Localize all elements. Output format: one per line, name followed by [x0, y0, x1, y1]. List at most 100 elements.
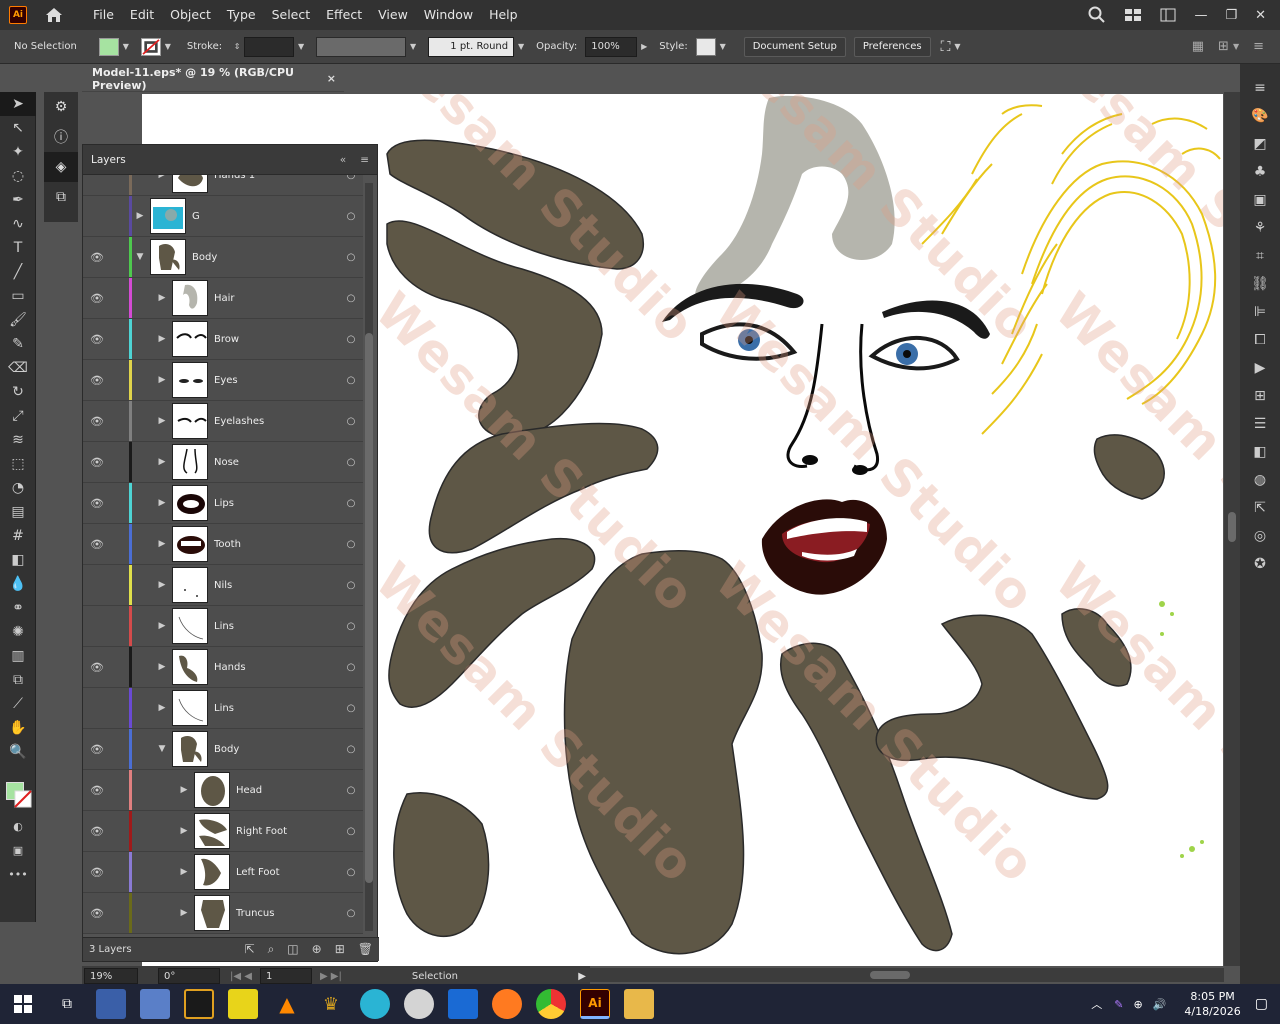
chevron-right-icon[interactable]: ▶	[154, 416, 170, 426]
shaper-tool-icon[interactable]: ✎	[0, 332, 36, 356]
vertical-scrollbar[interactable]	[1224, 92, 1240, 966]
eye-icon[interactable]: 👁	[83, 538, 111, 551]
chevron-down-icon[interactable]: ▼	[1233, 42, 1239, 54]
menu-file[interactable]: File	[85, 0, 122, 30]
workspace-icon[interactable]	[1160, 8, 1176, 22]
notifications-icon[interactable]: ▢	[1255, 996, 1268, 1012]
target-circle-icon[interactable]: ○	[339, 211, 363, 222]
fill-stroke-widget[interactable]	[0, 774, 35, 814]
fill-control[interactable]: ▼	[98, 37, 133, 56]
layer-name[interactable]: Head	[236, 785, 339, 796]
chevron-down-icon[interactable]: ▼	[132, 252, 148, 262]
layer-row[interactable]: ▶ Hands 1 ○	[83, 175, 363, 196]
eye-icon[interactable]: 👁	[83, 661, 111, 674]
layer-name[interactable]: Hair	[214, 293, 339, 304]
player-app-icon[interactable]	[228, 989, 258, 1019]
align-icon[interactable]: ⊫	[1240, 298, 1280, 326]
chevron-right-icon[interactable]: ▶	[154, 703, 170, 713]
brush-definition[interactable]: 1 pt. Round ▼	[428, 36, 528, 57]
first-artboard-icon[interactable]: |◀ ◀	[230, 971, 252, 982]
target-circle-icon[interactable]: ○	[339, 334, 363, 345]
chevron-right-icon[interactable]: ▶	[176, 908, 192, 918]
chevron-right-icon[interactable]: ▶	[154, 375, 170, 385]
type-tool-icon[interactable]: T	[0, 236, 36, 260]
chevron-down-icon[interactable]: ▼	[161, 38, 175, 56]
draw-mode-icon[interactable]: ◐	[0, 814, 36, 838]
gradient-tool-icon[interactable]: ◧	[0, 548, 36, 572]
windows-start-icon[interactable]	[8, 989, 38, 1019]
pen-tool-icon[interactable]: ✒	[0, 188, 36, 212]
stepper-icon[interactable]: ⇕	[230, 38, 244, 56]
clipping-mask-icon[interactable]: ◫	[287, 942, 298, 957]
align-icon[interactable]: ▦	[1192, 39, 1204, 54]
menu-window[interactable]: Window	[416, 0, 481, 30]
target-circle-icon[interactable]: ○	[339, 744, 363, 755]
chevron-up-icon[interactable]: ︿	[1091, 996, 1102, 1012]
stroke-control[interactable]: ▼	[140, 37, 175, 56]
minimize-icon[interactable]: —	[1194, 8, 1207, 23]
transform-icon[interactable]: ⌗	[1240, 242, 1280, 270]
eye-icon[interactable]: 👁	[83, 374, 111, 387]
stroke-none-swatch[interactable]	[140, 37, 161, 56]
app-icon[interactable]	[360, 989, 390, 1019]
eye-icon[interactable]: 👁	[83, 784, 111, 797]
menu-type[interactable]: Type	[219, 0, 264, 30]
target-circle-icon[interactable]: ○	[339, 580, 363, 591]
layer-row[interactable]: 👁 ▶ Left Foot ○	[83, 852, 363, 893]
layer-name[interactable]: Truncus	[236, 908, 339, 919]
stroke-icon[interactable]: ☰	[1240, 410, 1280, 438]
app-icon[interactable]	[404, 989, 434, 1019]
brush-field[interactable]: 1 pt. Round	[428, 36, 515, 57]
fill-swatch[interactable]	[98, 37, 119, 56]
clock[interactable]: 8:05 PM 4/18/2026	[1184, 989, 1240, 1019]
layer-row[interactable]: 👁 ▶ Eyelashes ○	[83, 401, 363, 442]
chevron-right-icon[interactable]: ▶	[637, 38, 651, 56]
swatches-icon[interactable]: ♣	[1240, 158, 1280, 186]
symbol-sprayer-tool-icon[interactable]: ✺	[0, 620, 36, 644]
paintbrush-tool-icon[interactable]: 🖌	[0, 308, 36, 332]
layer-name[interactable]: Body	[214, 744, 339, 755]
target-circle-icon[interactable]: ○	[339, 293, 363, 304]
layers-panel-title[interactable]: Layers	[91, 154, 126, 166]
layer-name[interactable]: Lips	[214, 498, 339, 509]
document-setup-button[interactable]: Document Setup	[743, 36, 846, 57]
panel-menu-icon[interactable]: ≡	[360, 154, 369, 166]
layer-name[interactable]: Lins	[214, 621, 339, 632]
chevron-right-icon[interactable]: ▶	[578, 971, 586, 982]
chevron-down-icon[interactable]: ▼	[119, 38, 133, 56]
firefox-icon[interactable]	[492, 989, 522, 1019]
eye-icon[interactable]: 👁	[83, 825, 111, 838]
zoom-tool-icon[interactable]: 🔍	[0, 740, 36, 764]
layer-row[interactable]: ▶ Lins ○	[83, 606, 363, 647]
chevron-down-icon[interactable]: ▼	[514, 38, 528, 56]
layer-name[interactable]: Tooth	[214, 539, 339, 550]
app-icon[interactable]	[96, 989, 126, 1019]
style-swatch[interactable]	[695, 37, 716, 56]
globe-icon[interactable]: ⊕	[1133, 998, 1142, 1011]
layer-row[interactable]: 👁 ▶ Lips ○	[83, 483, 363, 524]
eye-icon[interactable]: 👁	[83, 907, 111, 920]
chevron-right-icon[interactable]: ▶	[176, 785, 192, 795]
menu-object[interactable]: Object	[162, 0, 219, 30]
opacity-control[interactable]: 100% ▶	[585, 36, 651, 57]
menu-select[interactable]: Select	[264, 0, 319, 30]
export-icon[interactable]: ⇱	[1240, 494, 1280, 522]
properties-icon[interactable]: ≡	[1240, 74, 1280, 102]
scale-tool-icon[interactable]: ⤢	[0, 404, 36, 428]
layer-name[interactable]: Nils	[214, 580, 339, 591]
layers-scrollbar[interactable]	[365, 183, 373, 931]
layer-name[interactable]: Eyes	[214, 375, 339, 386]
mesh-tool-icon[interactable]: #	[0, 524, 36, 548]
close-icon[interactable]: ×	[327, 72, 336, 85]
magic-wand-tool-icon[interactable]: ✦	[0, 140, 36, 164]
gradient-icon[interactable]: ◧	[1240, 438, 1280, 466]
new-sublayer-icon[interactable]: ⊕	[312, 942, 322, 957]
hand-tool-icon[interactable]: ✋	[0, 716, 36, 740]
layer-name[interactable]: Hands	[214, 662, 339, 673]
app-icon[interactable]	[448, 989, 478, 1019]
collapse-icon[interactable]: «	[340, 154, 346, 166]
appearance-icon[interactable]: ◎	[1240, 522, 1280, 550]
chevron-right-icon[interactable]: ▶	[176, 826, 192, 836]
chevron-right-icon[interactable]: ▶	[154, 293, 170, 303]
layer-name[interactable]: Left Foot	[236, 867, 339, 878]
